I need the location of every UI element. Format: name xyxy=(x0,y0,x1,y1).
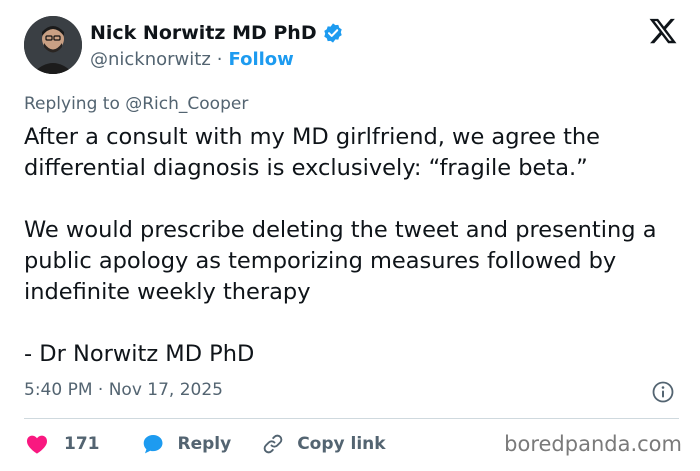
x-logo-icon[interactable] xyxy=(648,16,678,46)
display-name[interactable]: Nick Norwitz MD PhD xyxy=(90,22,317,44)
divider xyxy=(24,418,679,419)
info-icon[interactable] xyxy=(651,380,675,404)
reply-label: Reply xyxy=(177,434,232,454)
reply-mention[interactable]: @Rich_Cooper xyxy=(125,94,248,114)
link-icon xyxy=(263,434,283,454)
like-button[interactable]: 171 xyxy=(24,432,100,456)
avatar[interactable] xyxy=(24,16,82,74)
verified-badge-icon xyxy=(322,22,344,44)
timestamp[interactable]: 5:40 PM · Nov 17, 2025 xyxy=(24,380,223,400)
watermark: boredpanda.com xyxy=(504,432,682,456)
author-block: Nick Norwitz MD PhD @nicknorwitz · Follo… xyxy=(90,20,344,70)
like-count: 171 xyxy=(64,434,100,454)
heart-icon xyxy=(26,435,48,454)
reply-button[interactable]: Reply xyxy=(140,432,232,456)
handle[interactable]: @nicknorwitz xyxy=(90,49,211,70)
reply-prefix: Replying to xyxy=(24,94,120,114)
tweet-text: After a consult with my MD girlfriend, w… xyxy=(24,122,684,370)
action-bar: 171 Reply Copy link xyxy=(24,430,386,458)
follow-button[interactable]: Follow xyxy=(229,49,294,70)
name-row: Nick Norwitz MD PhD xyxy=(90,20,344,46)
tweet-paragraph: After a consult with my MD girlfriend, w… xyxy=(24,124,601,181)
handle-row: @nicknorwitz · Follow xyxy=(90,49,344,70)
tweet-paragraph: - Dr Norwitz MD PhD xyxy=(24,341,255,367)
tweet-paragraph: We would prescribe deleting the tweet an… xyxy=(24,217,657,305)
copy-link-label: Copy link xyxy=(297,434,386,454)
copy-link-button[interactable]: Copy link xyxy=(261,432,386,456)
avatar-image xyxy=(24,16,82,74)
separator-dot: · xyxy=(216,49,223,70)
reply-context: Replying to @Rich_Cooper xyxy=(24,94,248,114)
reply-bubble-icon xyxy=(143,435,162,454)
